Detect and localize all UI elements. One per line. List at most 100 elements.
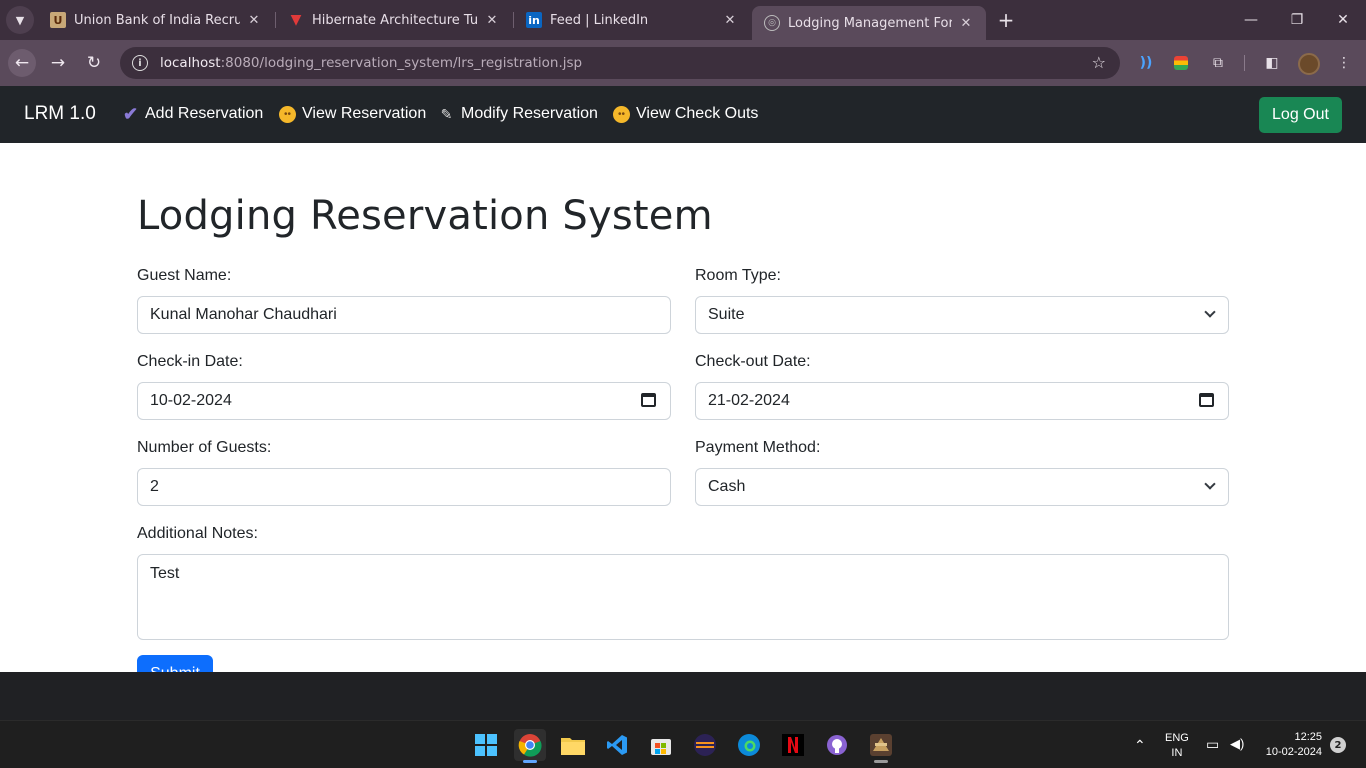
tab-hibernate[interactable]: ▼ Hibernate Architecture Tutorial ✕ [276, 0, 512, 40]
face-icon: •• [613, 105, 630, 123]
notes-group: Additional Notes: Test [137, 525, 1229, 645]
file-explorer-icon[interactable] [557, 729, 589, 761]
payment-method-select[interactable]: Cash [695, 468, 1229, 506]
pencil-icon: ✎ [440, 105, 453, 122]
guest-name-value: Kunal Manohar Chaudhari [150, 306, 337, 323]
union-bank-favicon-icon: U [50, 12, 66, 28]
arrow-left-icon: ← [14, 53, 30, 73]
page-viewport: LRM 1.0 ✔ Add Reservation •• View Reserv… [0, 86, 1366, 672]
tab-title: Feed | LinkedIn [550, 12, 649, 28]
start-windows-icon[interactable] [470, 729, 502, 761]
reload-icon: ↻ [86, 53, 102, 73]
read-aloud-extension-icon[interactable]: )) [1136, 53, 1156, 73]
bookmark-star-icon[interactable]: ☆ [1092, 53, 1106, 72]
tab-title: Hibernate Architecture Tutorial [312, 12, 478, 28]
calendar-icon[interactable] [1199, 393, 1214, 407]
running-indicator [874, 760, 888, 763]
edge-icon[interactable] [733, 729, 765, 761]
chevron-up-icon[interactable]: ⌃ [1134, 737, 1146, 754]
nav-modify-reservation[interactable]: ✎ Modify Reservation [438, 105, 598, 123]
navbar-brand[interactable]: LRM 1.0 [24, 103, 96, 125]
new-tab-button[interactable]: + [994, 8, 1018, 32]
linkedin-favicon-icon: in [526, 12, 542, 28]
google-extension-icon[interactable] [1171, 53, 1191, 73]
room-type-select[interactable]: Suite [695, 296, 1229, 334]
site-navbar: LRM 1.0 ✔ Add Reservation •• View Reserv… [0, 86, 1366, 143]
guests-label: Number of Guests: [137, 439, 272, 456]
microsoft-store-icon[interactable] [645, 729, 677, 761]
tab-search-button[interactable]: ▼ [6, 6, 34, 34]
vscode-icon[interactable] [601, 729, 633, 761]
eclipse-icon[interactable] [689, 729, 721, 761]
side-panel-icon[interactable]: ◧ [1262, 53, 1282, 73]
github-icon[interactable] [821, 729, 853, 761]
minimize-button[interactable]: — [1228, 0, 1274, 40]
toolbar-divider [1244, 55, 1245, 71]
guests-value: 2 [150, 478, 159, 495]
tab-union-bank[interactable]: U Union Bank of India Recruitment ✕ [38, 0, 274, 40]
network-icon[interactable]: ▭ [1206, 736, 1219, 753]
close-tab-icon[interactable]: ✕ [958, 16, 974, 31]
notes-label: Additional Notes: [137, 525, 258, 542]
reload-button[interactable]: ↻ [80, 49, 108, 77]
clock-date: 10-02-2024 [1265, 746, 1322, 758]
chrome-taskbar-icon[interactable] [514, 729, 546, 763]
notes-textarea[interactable]: Test [137, 554, 1229, 640]
site-info-icon[interactable]: i [132, 55, 148, 71]
back-button[interactable]: ← [8, 49, 36, 77]
check-in-date-input[interactable]: 10-02-2024 [137, 382, 671, 420]
guest-name-label: Guest Name: [137, 267, 232, 284]
chevron-down-icon: ▼ [15, 13, 25, 27]
room-type-label: Room Type: [695, 267, 781, 284]
room-type-value: Suite [708, 306, 745, 323]
nav-view-reservation[interactable]: •• View Reservation [279, 105, 426, 123]
close-icon: ✕ [1337, 12, 1349, 28]
calendar-icon[interactable] [641, 393, 656, 407]
nav-label: Modify Reservation [461, 105, 598, 122]
notification-badge[interactable]: 2 [1330, 737, 1346, 753]
kebab-menu-icon[interactable]: ⋮ [1334, 53, 1354, 73]
close-window-button[interactable]: ✕ [1320, 0, 1366, 40]
tab-linkedin[interactable]: in Feed | LinkedIn ✕ [514, 0, 750, 40]
tab-title: Lodging Management Form [788, 15, 952, 31]
logout-button[interactable]: Log Out [1259, 97, 1342, 133]
clock-time: 12:25 [1294, 731, 1322, 743]
profile-avatar[interactable] [1298, 53, 1320, 75]
chevron-down-icon [1204, 306, 1216, 318]
region-code: IN [1171, 747, 1183, 759]
face-icon: •• [279, 105, 296, 123]
tab-lodging-active[interactable]: ◎ Lodging Management Form ✕ [752, 6, 986, 40]
browser-toolbar: ← → ↻ i localhost:8080/lodging_reservati… [0, 40, 1366, 86]
forward-button[interactable]: → [44, 49, 72, 77]
restore-icon: ❐ [1290, 12, 1304, 28]
room-type-group: Room Type: Suite [695, 267, 1229, 334]
netflix-icon[interactable] [777, 729, 809, 761]
volume-icon[interactable]: ◀) [1230, 736, 1244, 752]
close-tab-icon[interactable]: ✕ [246, 13, 262, 28]
tab-title: Union Bank of India Recruitment [74, 12, 240, 28]
submit-button[interactable]: Submit [137, 655, 213, 672]
minimize-icon: — [1244, 12, 1258, 28]
language-indicator[interactable]: ENG IN [1165, 731, 1189, 761]
nav-view-check-outs[interactable]: •• View Check Outs [613, 105, 758, 123]
game-app-icon[interactable] [865, 729, 897, 763]
checkmark-icon: ✔ [122, 103, 139, 124]
payment-value: Cash [708, 478, 746, 495]
guest-name-input[interactable]: Kunal Manohar Chaudhari [137, 296, 671, 334]
puzzle-extensions-icon[interactable]: ⧉ [1208, 53, 1228, 73]
address-bar[interactable]: i localhost:8080/lodging_reservation_sys… [120, 47, 1120, 79]
browser-bottom-area [0, 672, 1366, 720]
restore-button[interactable]: ❐ [1274, 0, 1320, 40]
browser-tab-bar: ▼ U Union Bank of India Recruitment ✕ ▼ … [0, 0, 1366, 40]
guests-number-input[interactable]: 2 [137, 468, 671, 506]
check-out-date-input[interactable]: 21-02-2024 [695, 382, 1229, 420]
close-tab-icon[interactable]: ✕ [722, 13, 738, 28]
guest-name-group: Guest Name: Kunal Manohar Chaudhari [137, 267, 671, 334]
check-out-label: Check-out Date: [695, 353, 811, 370]
address-url[interactable]: localhost:8080/lodging_reservation_syste… [160, 55, 582, 71]
check-out-group: Check-out Date: 21-02-2024 [695, 353, 1229, 420]
plus-icon: + [997, 8, 1015, 32]
nav-add-reservation[interactable]: ✔ Add Reservation [122, 103, 263, 124]
close-tab-icon[interactable]: ✕ [484, 13, 500, 28]
clock[interactable]: 12:25 10-02-2024 [1262, 730, 1322, 760]
